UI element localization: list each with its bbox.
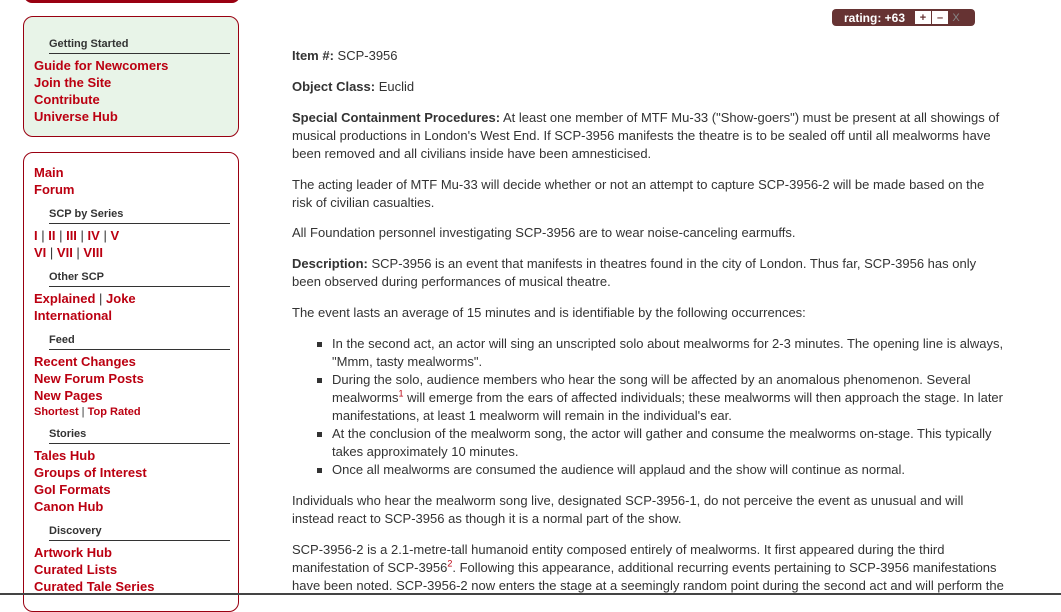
link-canon-hub[interactable]: Canon Hub — [34, 499, 103, 515]
link-series-3[interactable]: III — [66, 228, 77, 243]
link-contribute[interactable]: Contribute — [34, 92, 100, 108]
occurrence-list: In the second act, an actor will sing an… — [292, 335, 1004, 479]
list-item: Once all mealworms are consumed the audi… — [317, 461, 1004, 479]
series-row-2: VI | VII | VIII — [34, 245, 103, 260]
link-shortest[interactable]: Shortest — [34, 406, 79, 418]
object-class: Object Class: Euclid — [292, 78, 1004, 96]
link-explained[interactable]: Explained — [34, 291, 95, 306]
rate-down-button[interactable]: – — [932, 11, 948, 24]
link-joke[interactable]: Joke — [106, 291, 136, 306]
stories-heading: Stories — [49, 428, 230, 444]
list-item: At the conclusion of the mealworm song, … — [317, 425, 1004, 461]
link-international[interactable]: International — [34, 308, 112, 324]
link-new-forum-posts[interactable]: New Forum Posts — [34, 371, 144, 387]
sidebar-top-box — [24, 0, 240, 3]
link-groups-of-interest[interactable]: Groups of Interest — [34, 465, 147, 481]
link-artwork-hub[interactable]: Artwork Hub — [34, 545, 112, 561]
containment-procedures: Special Containment Procedures: At least… — [292, 109, 1004, 163]
link-series-6[interactable]: VI — [34, 245, 46, 260]
paragraph-personnel: All Foundation personnel investigating S… — [292, 225, 796, 240]
scp-label: Special Containment Procedures: — [292, 110, 501, 125]
paragraph-entity: SCP-3956-2 is a 2.1-metre-tall humanoid … — [292, 541, 1004, 595]
link-recent-changes[interactable]: Recent Changes — [34, 354, 136, 370]
link-series-4[interactable]: IV — [88, 228, 100, 243]
link-forum[interactable]: Forum — [34, 182, 74, 198]
link-new-pages[interactable]: New Pages — [34, 388, 103, 404]
link-guide-for-newcomers[interactable]: Guide for Newcomers — [34, 58, 168, 74]
desc-label: Description: — [292, 256, 368, 271]
list-item: In the second act, an actor will sing an… — [317, 336, 1004, 369]
link-series-5[interactable]: V — [110, 228, 119, 243]
item-value: SCP-3956 — [337, 48, 398, 63]
discovery-heading: Discovery — [49, 525, 230, 541]
class-value: Euclid — [378, 79, 415, 94]
desc-text: SCP-3956 is an event that manifests in t… — [292, 256, 977, 289]
feed-heading: Feed — [49, 334, 230, 350]
link-join-the-site[interactable]: Join the Site — [34, 75, 111, 91]
link-tales-hub[interactable]: Tales Hub — [34, 448, 95, 464]
item-label: Item #: — [292, 48, 334, 63]
cancel-vote-button[interactable]: X — [949, 11, 963, 24]
link-main[interactable]: Main — [34, 165, 64, 181]
class-label: Object Class: — [292, 79, 376, 94]
list-item: During the solo, audience members who he… — [317, 371, 1004, 425]
paragraph-acting-leader: The acting leader of MTF Mu-33 will deci… — [292, 177, 985, 210]
getting-started-heading: Getting Started — [49, 38, 230, 54]
link-top-rated[interactable]: Top Rated — [88, 406, 141, 418]
link-curated-lists[interactable]: Curated Lists — [34, 562, 117, 578]
link-universe-hub[interactable]: Universe Hub — [34, 109, 118, 125]
other-scp-heading: Other SCP — [49, 271, 230, 287]
series-row-1: I | II | III | IV | V — [34, 228, 120, 243]
side-menu-box: Main Forum SCP by Series I | II | III | … — [23, 152, 239, 612]
description: Description: SCP-3956 is an event that m… — [292, 255, 1004, 291]
rate-up-button[interactable]: + — [915, 11, 931, 24]
other-scp-row-1: Explained | Joke — [34, 291, 136, 306]
link-goi-formats[interactable]: GoI Formats — [34, 482, 111, 498]
paragraph-event: The event lasts an average of 15 minutes… — [292, 305, 806, 320]
link-series-7[interactable]: VII — [57, 245, 73, 260]
link-series-8[interactable]: VIII — [83, 245, 103, 260]
feed-small-row: Shortest | Top Rated — [34, 406, 141, 418]
bullet2-text-b: will emerge from the ears of affected in… — [332, 390, 1003, 423]
rating-label: rating: +63 — [844, 10, 906, 25]
paragraph-individuals: Individuals who hear the mealworm song l… — [292, 493, 964, 526]
scp-by-series-heading: SCP by Series — [49, 208, 230, 224]
getting-started-box: Getting Started Guide for Newcomers Join… — [23, 16, 239, 137]
item-number: Item #: SCP-3956 — [292, 47, 1004, 65]
rating-widget: rating: +63 + – X — [832, 9, 975, 26]
